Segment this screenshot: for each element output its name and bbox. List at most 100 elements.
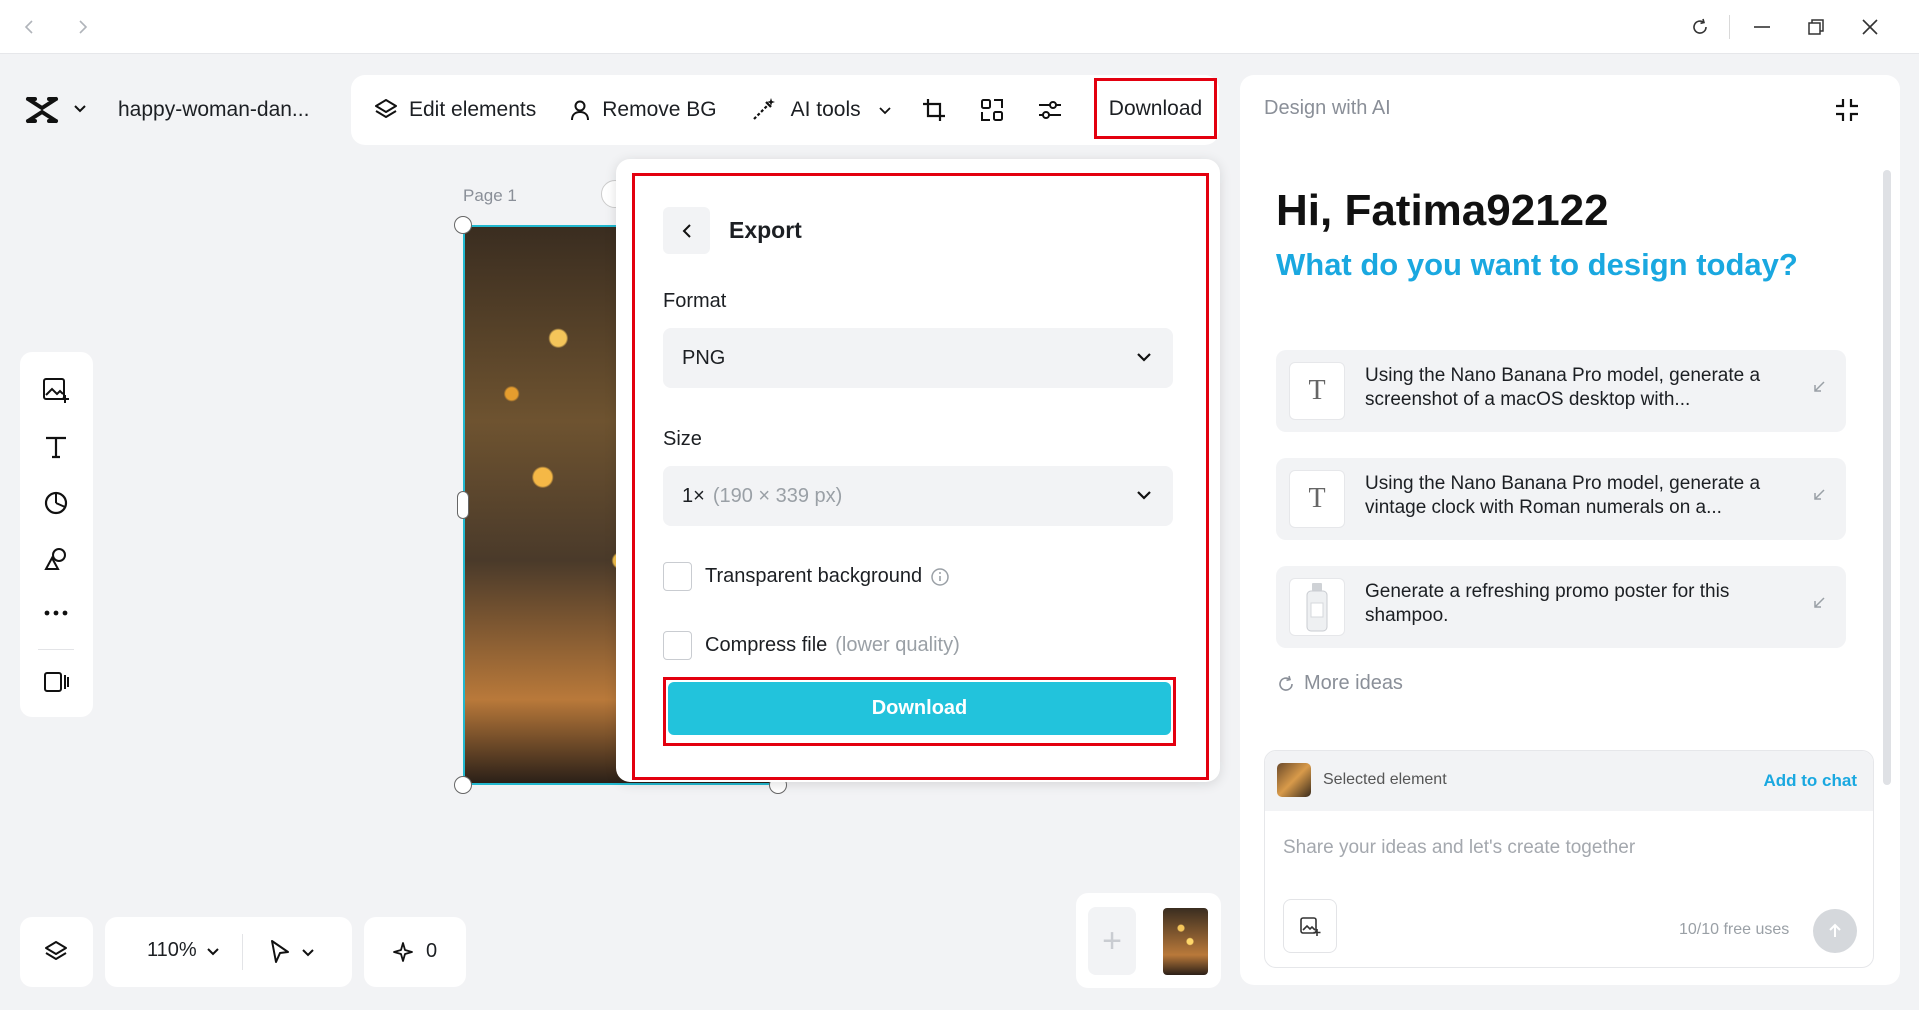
download-toolbar-button[interactable]: Download bbox=[1094, 78, 1217, 139]
compress-file-checkbox[interactable] bbox=[663, 631, 692, 660]
more-tools-icon[interactable] bbox=[38, 595, 74, 631]
export-title: Export bbox=[729, 217, 802, 243]
compress-file-row: Compress file (lower quality) bbox=[705, 634, 960, 657]
format-label: Format bbox=[663, 290, 727, 312]
text-icon: T bbox=[1289, 362, 1345, 420]
insert-arrow-icon bbox=[1814, 381, 1825, 392]
edit-elements-button[interactable]: Edit elements bbox=[373, 97, 536, 123]
resize-handle-left[interactable] bbox=[457, 491, 469, 519]
remove-bg-button[interactable]: Remove BG bbox=[568, 98, 717, 122]
size-dimensions: (190 × 339 px) bbox=[712, 484, 843, 507]
size-select[interactable]: 1× (190 × 339 px) bbox=[663, 466, 1173, 526]
idea-card[interactable]: Generate a refreshing promo poster for t… bbox=[1276, 566, 1846, 648]
elements-icon[interactable] bbox=[38, 541, 74, 577]
chevron-down-icon bbox=[879, 107, 891, 115]
chevron-down-icon bbox=[302, 949, 314, 957]
page-label: Page 1 bbox=[463, 186, 517, 205]
left-tool-rail bbox=[20, 352, 93, 717]
layers-button[interactable] bbox=[20, 917, 93, 987]
collapse-icon[interactable] bbox=[1832, 95, 1862, 125]
format-value: PNG bbox=[682, 346, 726, 369]
reload-icon[interactable] bbox=[1683, 10, 1717, 44]
document-title[interactable]: happy-woman-dan... bbox=[118, 98, 309, 122]
add-page-button[interactable]: + bbox=[1088, 907, 1136, 975]
transparent-background-checkbox[interactable] bbox=[663, 562, 692, 591]
more-ideas-button[interactable]: More ideas bbox=[1276, 672, 1403, 695]
text-tool-icon[interactable] bbox=[38, 429, 74, 465]
ai-credits-count: 0 bbox=[426, 940, 438, 962]
ai-subgreeting: What do you want to design today? bbox=[1276, 247, 1798, 282]
transparent-background-label: Transparent background bbox=[705, 565, 923, 587]
restore-icon[interactable] bbox=[1799, 10, 1833, 44]
page-thumbnail[interactable] bbox=[1163, 908, 1208, 975]
add-to-chat-link[interactable]: Add to chat bbox=[1764, 771, 1858, 791]
edit-elements-label: Edit elements bbox=[409, 98, 537, 121]
selected-element-label: Selected element bbox=[1323, 771, 1447, 788]
magic-wand-icon bbox=[752, 98, 775, 120]
titlebar-divider bbox=[1729, 15, 1730, 39]
size-multiplier: 1× bbox=[682, 484, 705, 507]
more-ideas-label: More ideas bbox=[1304, 672, 1403, 694]
ai-greeting: Hi, Fatima92122 bbox=[1276, 186, 1609, 235]
capcut-logo-icon[interactable] bbox=[22, 90, 62, 130]
ai-tools-button[interactable]: AI tools bbox=[749, 96, 893, 124]
insert-arrow-icon bbox=[1814, 489, 1825, 500]
page-strip: + bbox=[1076, 893, 1221, 988]
arrow-up-icon bbox=[1829, 923, 1841, 937]
free-uses-counter: 10/10 free uses bbox=[1679, 921, 1790, 938]
bottom-divider bbox=[242, 934, 243, 970]
export-back-button[interactable] bbox=[663, 207, 710, 254]
idea-card[interactable]: T Using the Nano Banana Pro model, gener… bbox=[1276, 350, 1846, 432]
top-toolbar: Edit elements Remove BG AI tools bbox=[351, 75, 1219, 145]
adjust-sliders-icon[interactable] bbox=[1035, 95, 1065, 125]
forward-icon[interactable] bbox=[66, 10, 100, 44]
add-image-icon[interactable] bbox=[38, 372, 74, 408]
insert-arrow-icon bbox=[1814, 597, 1825, 608]
attach-image-icon[interactable] bbox=[1283, 899, 1337, 953]
send-button[interactable] bbox=[1813, 909, 1857, 953]
remove-bg-label: Remove BG bbox=[602, 98, 717, 121]
pointer-icon bbox=[271, 940, 289, 963]
minimize-icon[interactable] bbox=[1745, 10, 1779, 44]
download-button[interactable]: Download bbox=[668, 682, 1171, 735]
zoom-and-pointer-controls: 110% bbox=[105, 917, 352, 987]
back-icon[interactable] bbox=[12, 10, 46, 44]
selected-element-thumbnail bbox=[1277, 763, 1311, 797]
ai-panel-header: Design with AI bbox=[1264, 97, 1391, 119]
ai-credits-button[interactable]: 0 bbox=[364, 917, 466, 987]
compress-file-note: (lower quality) bbox=[835, 634, 960, 656]
transparent-background-row: Transparent background bbox=[705, 565, 950, 588]
panel-toggle-icon[interactable] bbox=[38, 664, 74, 700]
idea-text: Generate a refreshing promo poster for t… bbox=[1365, 581, 1730, 626]
info-icon[interactable] bbox=[930, 567, 950, 587]
format-select[interactable]: PNG bbox=[663, 328, 1173, 388]
sparkle-icon bbox=[393, 942, 413, 962]
menu-chevron-down-icon[interactable] bbox=[72, 100, 88, 121]
close-icon[interactable] bbox=[1853, 10, 1887, 44]
zoom-select[interactable]: 110% bbox=[147, 939, 221, 962]
chevron-down-icon bbox=[206, 947, 219, 955]
chevron-down-icon bbox=[1137, 353, 1151, 362]
idea-card[interactable]: T Using the Nano Banana Pro model, gener… bbox=[1276, 458, 1846, 540]
person-icon bbox=[571, 100, 590, 121]
ai-panel-scrollbar[interactable] bbox=[1883, 170, 1891, 785]
resize-handle-top-left[interactable] bbox=[454, 216, 472, 234]
shapes-icon[interactable] bbox=[38, 485, 74, 521]
idea-text: Using the Nano Banana Pro model, generat… bbox=[1365, 473, 1761, 518]
rail-divider bbox=[38, 649, 74, 650]
resize-icon[interactable] bbox=[977, 95, 1007, 125]
resize-handle-bottom-left[interactable] bbox=[454, 776, 472, 794]
pointer-tool-select[interactable] bbox=[268, 939, 316, 965]
compress-file-label: Compress file bbox=[705, 634, 828, 656]
chevron-down-icon bbox=[1137, 491, 1151, 500]
chat-input[interactable]: Share your ideas and let's create togeth… bbox=[1283, 837, 1635, 859]
browser-titlebar bbox=[0, 0, 1919, 54]
size-label: Size bbox=[663, 428, 702, 450]
crop-icon[interactable] bbox=[919, 95, 949, 125]
chevron-left-icon bbox=[682, 223, 691, 238]
shampoo-thumbnail bbox=[1289, 578, 1345, 636]
brand-area: happy-woman-dan... bbox=[22, 75, 342, 145]
layers-icon bbox=[45, 941, 67, 960]
selected-element-bar: Selected element Add to chat bbox=[1265, 751, 1873, 811]
text-icon: T bbox=[1289, 470, 1345, 528]
